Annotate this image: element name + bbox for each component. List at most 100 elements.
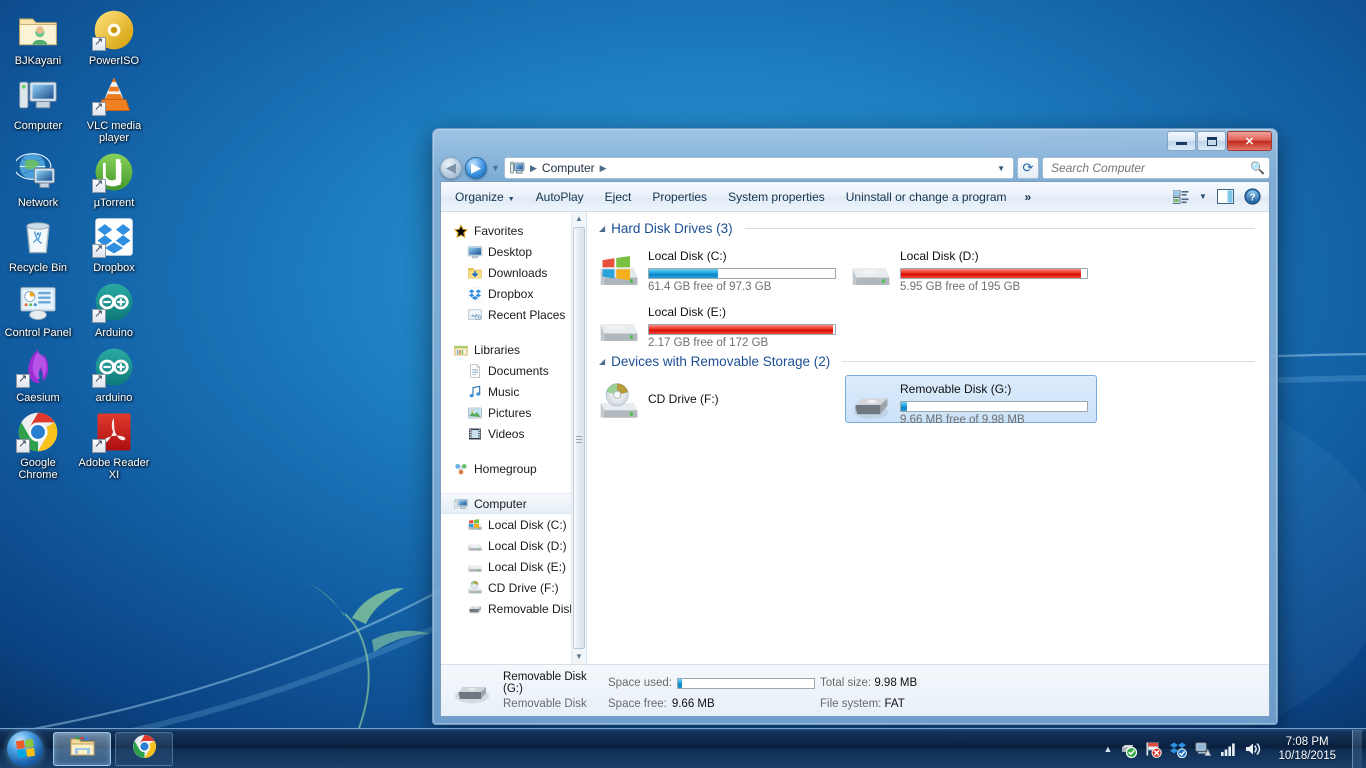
desktop-icon-arduino[interactable]: Arduino [76, 276, 152, 341]
scrollbar-thumb[interactable] [573, 227, 585, 649]
maximize-button[interactable] [1197, 131, 1226, 151]
search-box[interactable]: 🔍 [1042, 157, 1270, 179]
breadcrumb-separator-trailing[interactable]: ▶ [597, 163, 610, 174]
dropbox-tray-icon[interactable] [1169, 740, 1188, 758]
desktop-icon-network[interactable]: Network [0, 146, 76, 211]
toolbar-overflow-button[interactable]: » [1018, 185, 1039, 209]
drive-name: Local Disk (E:) [648, 305, 727, 319]
sidebar-item-dropbox[interactable]: Dropbox [441, 283, 586, 304]
drive-tile[interactable]: Removable Disk (G:) 9.66 MB free of 9.98 … [845, 375, 1097, 426]
refresh-button[interactable]: ⟳ [1017, 157, 1039, 179]
safely-remove-hardware-icon[interactable] [1119, 740, 1138, 758]
desktop-icon-caesium[interactable]: Caesium [0, 341, 76, 406]
start-button[interactable] [1, 730, 49, 768]
toolbar-system-properties-button[interactable]: System properties [718, 185, 835, 209]
sidebar-item-label: Homegroup [474, 461, 537, 476]
desktop-icon-torrent[interactable]: µTorrent [76, 146, 152, 211]
group-header[interactable]: ◢ Hard Disk Drives (3) [587, 221, 1269, 236]
breadcrumb-item-computer[interactable]: Computer [542, 161, 595, 175]
system-tray[interactable]: ▲ 7:08 PM 10/18/2015 [1104, 729, 1366, 768]
breadcrumb-separator: ▶ [530, 162, 537, 173]
sidebar-item-desktop[interactable]: Desktop [441, 241, 586, 262]
drive-tile[interactable]: Local Disk (D:) 5.95 GB free of 195 GB [845, 242, 1097, 293]
desktop-icon-control-panel[interactable]: Control Panel [0, 276, 76, 341]
sidebar-item-videos[interactable]: Videos [441, 423, 586, 444]
show-hidden-icons-button[interactable]: ▲ [1104, 744, 1113, 754]
desktop-icon-recycle-bin[interactable]: Recycle Bin [0, 211, 76, 276]
navigation-tree: Favorites Desktop Downloads Dropbox Recent P… [441, 220, 586, 619]
toolbar-organize-button[interactable]: Organize ▼ [445, 185, 525, 209]
navigation-pane[interactable]: Favorites Desktop Downloads Dropbox Recent P… [441, 212, 587, 664]
signal-bars-icon[interactable] [1219, 740, 1237, 758]
toolbar-autoplay-button[interactable]: AutoPlay [526, 185, 594, 209]
scroll-down-arrow-icon[interactable]: ▼ [575, 650, 583, 664]
sidebar-item-label: Libraries [474, 342, 521, 357]
sidebar-item-homegroup[interactable]: Homegroup [441, 458, 586, 479]
change-view-icon[interactable] [1168, 186, 1194, 208]
address-dropdown-icon[interactable]: ▼ [991, 164, 1011, 173]
address-bar[interactable]: ▶ Computer ▶ ▼ [504, 157, 1014, 179]
desktop-icon-label: Arduino [95, 327, 133, 339]
sidebar-item-removable-disk[interactable]: Removable Disk ( [441, 598, 586, 619]
scroll-up-arrow-icon[interactable]: ▲ [575, 212, 583, 226]
explorer-window[interactable]: ✕ ◀ ▶ ▼ ▶ Computer ▶ ▼ ⟳ Search Computer… [432, 128, 1278, 725]
sidebar-item-pictures[interactable]: Pictures [441, 402, 586, 423]
minimize-button[interactable] [1167, 131, 1196, 151]
window-titlebar[interactable]: ✕ [440, 129, 1272, 155]
preview-pane-icon[interactable] [1212, 186, 1238, 208]
view-dropdown-caret-icon[interactable]: ▼ [1195, 186, 1211, 208]
desktop-icon-bjkayani[interactable]: BJKayani [0, 4, 76, 69]
taskbar-item-windows-explorer[interactable] [53, 731, 111, 766]
sidebar-item-cd-drive-f[interactable]: CD Drive (F:) [441, 577, 586, 598]
desktop-icon-google-chrome[interactable]: Google Chrome [0, 406, 76, 483]
navigation-scrollbar[interactable]: ▲ ▼ [571, 212, 586, 664]
group-header[interactable]: ◢ Devices with Removable Storage (2) [587, 354, 1269, 369]
drive-tile[interactable]: Local Disk (E:) 2.17 GB free of 172 GB [593, 298, 845, 349]
desktop-icon-arduino[interactable]: arduino [76, 341, 152, 406]
volume-icon[interactable] [1244, 740, 1262, 758]
file-list-view[interactable]: ◢ Hard Disk Drives (3) Local Disk (C:) 61.4… [587, 212, 1269, 664]
desktop-icon-label: Google Chrome [18, 457, 58, 481]
recent-pages-dropdown-icon[interactable]: ▼ [490, 163, 501, 173]
forward-button[interactable]: ▶ [465, 157, 487, 179]
desktop-icon-label: BJKayani [14, 55, 62, 67]
sidebar-item-music[interactable]: Music [441, 381, 586, 402]
drive-name: Local Disk (C:) [648, 249, 727, 263]
sidebar-item-favorites[interactable]: Favorites [441, 220, 586, 241]
back-button[interactable]: ◀ [440, 157, 462, 179]
sidebar-item-recent-places[interactable]: Recent Places [441, 304, 586, 325]
sidebar-item-documents[interactable]: Documents [441, 360, 586, 381]
collapse-triangle-icon[interactable]: ◢ [599, 224, 605, 233]
sidebar-item-downloads[interactable]: Downloads [441, 262, 586, 283]
collapse-triangle-icon[interactable]: ◢ [599, 357, 605, 366]
taskbar-item-google-chrome[interactable] [115, 731, 173, 766]
capacity-bar [900, 401, 1088, 412]
show-desktop-button[interactable] [1352, 729, 1362, 768]
desktop-icon-poweriso[interactable]: PowerISO [76, 4, 152, 69]
help-icon[interactable]: ? [1239, 186, 1265, 208]
search-input[interactable] [1051, 161, 1251, 175]
vlc-cone-icon [92, 73, 136, 117]
sidebar-item-local-disk-d[interactable]: Local Disk (D:) [441, 535, 586, 556]
sidebar-item-computer[interactable]: Computer [441, 493, 586, 514]
sidebar-item-libraries[interactable]: Libraries [441, 339, 586, 360]
drive-tile[interactable]: Local Disk (C:) 61.4 GB free of 97.3 GB [593, 242, 845, 293]
desktop-icon-computer[interactable]: Computer [0, 69, 76, 146]
drive-name: CD Drive (F:) [648, 392, 719, 406]
taskbar-clock[interactable]: 7:08 PM 10/18/2015 [1269, 735, 1345, 763]
desktop-icon-dropbox[interactable]: Dropbox [76, 211, 152, 276]
action-center-flag-icon[interactable] [1144, 740, 1163, 758]
network-tray-icon[interactable] [1194, 740, 1212, 758]
sidebar-item-label: Local Disk (C:) [488, 517, 567, 532]
desktop-icon-adobe-reader-xi[interactable]: Adobe Reader XI [76, 406, 152, 483]
taskbar[interactable]: ▲ 7:08 PM 10/18/2015 [0, 728, 1366, 768]
drive-tile[interactable]: CD Drive (F:) [593, 375, 845, 423]
toolbar-properties-button[interactable]: Properties [642, 185, 717, 209]
toolbar-eject-button[interactable]: Eject [595, 185, 642, 209]
desktop-icon-vlc-media-player[interactable]: VLC media player [76, 69, 152, 146]
sidebar-item-local-disk-c[interactable]: Local Disk (C:) [441, 514, 586, 535]
sidebar-item-local-disk-e[interactable]: Local Disk (E:) [441, 556, 586, 577]
toolbar-uninstall-button[interactable]: Uninstall or change a program [836, 185, 1017, 209]
windows-logo-icon [7, 730, 43, 767]
close-button[interactable]: ✕ [1227, 131, 1272, 151]
